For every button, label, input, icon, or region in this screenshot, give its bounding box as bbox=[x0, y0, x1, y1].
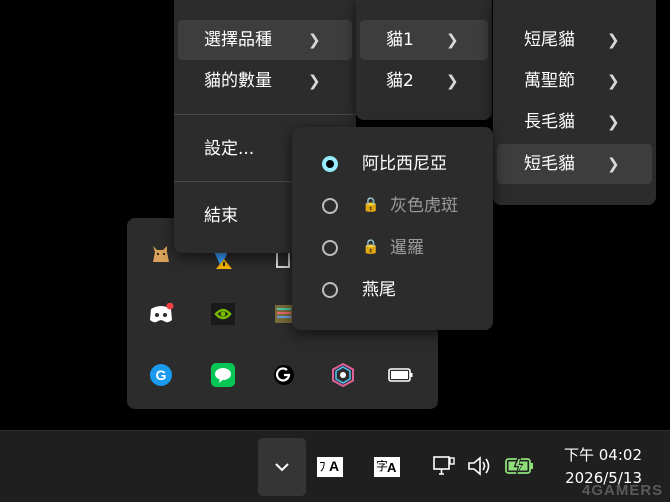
chevron-right-icon: ❯ bbox=[446, 72, 459, 90]
radio-item-abyssinian[interactable]: 阿比西尼亞 bbox=[296, 144, 489, 184]
rgb-control-tray-icon[interactable] bbox=[329, 361, 357, 389]
menu-item-label: 短尾貓 bbox=[524, 30, 575, 50]
menu-item-label: 短毛貓 bbox=[524, 154, 575, 174]
chevron-right-icon: ❯ bbox=[607, 155, 620, 173]
lock-icon: 🔒 bbox=[362, 239, 380, 255]
radio-unselected-icon bbox=[322, 282, 338, 298]
radio-unselected-icon bbox=[322, 198, 338, 214]
taskbar: ﾌ A 字 A 下午 04:02 2026/5/13 4GAMERS bbox=[0, 430, 670, 502]
menu-item-cat-2[interactable]: 貓2 ❯ bbox=[360, 61, 488, 101]
battery-icon[interactable] bbox=[504, 453, 536, 479]
menu-item-label: 貓1 bbox=[386, 30, 414, 50]
google-tray-icon[interactable]: G bbox=[147, 361, 175, 389]
radio-item-siamese[interactable]: 🔒 暹羅 bbox=[296, 228, 489, 268]
menu-item-halloween[interactable]: 萬聖節 ❯ bbox=[497, 61, 652, 101]
menu-item-choose-breed[interactable]: 選擇品種 ❯ bbox=[178, 20, 352, 60]
chevron-right-icon: ❯ bbox=[308, 72, 321, 90]
chevron-right-icon: ❯ bbox=[607, 113, 620, 131]
radio-selected-icon bbox=[322, 156, 338, 172]
breed-submenu: 短尾貓 ❯ 萬聖節 ❯ 長毛貓 ❯ 短毛貓 ❯ bbox=[493, 0, 656, 205]
menu-item-label: 貓2 bbox=[386, 71, 414, 91]
menu-item-cat-1[interactable]: 貓1 ❯ bbox=[360, 20, 488, 60]
menu-separator bbox=[174, 114, 356, 115]
watermark: 4GAMERS bbox=[582, 482, 664, 499]
input-method-icon-1[interactable]: ﾌ A bbox=[316, 455, 344, 479]
chevron-right-icon: ❯ bbox=[446, 31, 459, 49]
discord-tray-icon[interactable] bbox=[147, 300, 175, 328]
cat-app-tray-icon[interactable] bbox=[147, 240, 175, 268]
menu-item-label: 貓的數量 bbox=[204, 71, 272, 91]
menu-item-longhair[interactable]: 長毛貓 ❯ bbox=[497, 102, 652, 142]
menu-item-label: 設定... bbox=[204, 139, 255, 159]
menu-item-label: 萬聖節 bbox=[524, 71, 575, 91]
menu-item-label: 選擇品種 bbox=[204, 30, 272, 50]
menu-item-label: 灰色虎斑 bbox=[390, 196, 458, 216]
svg-text:G: G bbox=[156, 367, 167, 383]
input-method-icon-2[interactable]: 字 A bbox=[373, 455, 401, 479]
menu-item-label: 暹羅 bbox=[390, 238, 424, 258]
line-tray-icon[interactable] bbox=[209, 361, 237, 389]
clock-time: 下午 04:02 bbox=[564, 446, 642, 464]
chevron-right-icon: ❯ bbox=[308, 31, 321, 49]
chevron-down-icon bbox=[275, 463, 289, 472]
battery-tray-icon[interactable] bbox=[387, 361, 415, 389]
network-icon[interactable] bbox=[431, 453, 457, 479]
lock-icon: 🔒 bbox=[362, 197, 380, 213]
nvidia-tray-icon[interactable] bbox=[209, 300, 237, 328]
volume-icon[interactable] bbox=[466, 453, 494, 479]
ime-label: A bbox=[329, 458, 340, 474]
radio-item-swallowtail[interactable]: 燕尾 bbox=[296, 270, 489, 310]
ime-label: A bbox=[387, 460, 397, 475]
menu-item-bobtail[interactable]: 短尾貓 ❯ bbox=[497, 20, 652, 60]
menu-item-label: 燕尾 bbox=[362, 280, 396, 300]
radio-item-grey-tabby[interactable]: 🔒 灰色虎斑 bbox=[296, 186, 489, 226]
radio-unselected-icon bbox=[322, 240, 338, 256]
menu-item-label: 阿比西尼亞 bbox=[362, 154, 447, 174]
logitech-tray-icon[interactable] bbox=[270, 361, 298, 389]
variant-submenu: 阿比西尼亞 🔒 灰色虎斑 🔒 暹羅 燕尾 bbox=[292, 127, 493, 330]
show-hidden-icons-button[interactable] bbox=[258, 438, 306, 496]
chevron-right-icon: ❯ bbox=[607, 72, 620, 90]
cat-submenu: 貓1 ❯ 貓2 ❯ bbox=[356, 0, 492, 120]
menu-item-shorthair[interactable]: 短毛貓 ❯ bbox=[497, 144, 652, 184]
menu-item-cat-count[interactable]: 貓的數量 ❯ bbox=[178, 61, 352, 101]
chevron-right-icon: ❯ bbox=[607, 31, 620, 49]
menu-item-label: 長毛貓 bbox=[524, 112, 575, 132]
menu-item-label: 結束 bbox=[204, 206, 238, 226]
